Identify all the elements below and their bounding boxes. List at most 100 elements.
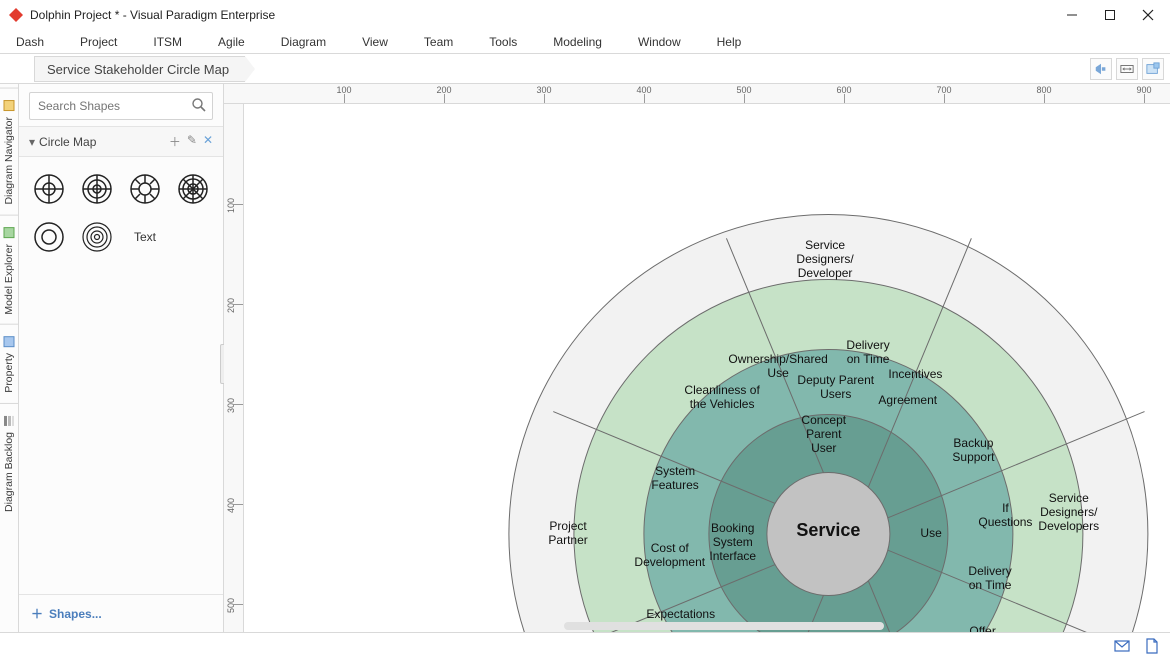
menu-view[interactable]: View <box>358 33 392 51</box>
vtab-label: Property <box>3 353 15 393</box>
close-icon[interactable]: ✕ <box>203 133 213 150</box>
ruler-vertical: 100200300400500 <box>224 104 244 632</box>
vtab-property[interactable]: Property <box>0 324 18 403</box>
ruler-tick: 900 <box>1044 84 1144 103</box>
vtab-diagram-navigator[interactable]: Diagram Navigator <box>0 88 18 215</box>
titlebar: Dolphin Project * - Visual Paradigm Ente… <box>0 0 1170 30</box>
window-title: Dolphin Project * - Visual Paradigm Ente… <box>30 8 1064 22</box>
ruler-tick: 100 <box>244 84 344 103</box>
vtab-label: Model Explorer <box>3 244 15 315</box>
ruler-tick: 100 <box>224 104 243 204</box>
breadcrumb-item[interactable]: Service Stakeholder Circle Map <box>34 56 245 82</box>
diagram-label[interactable]: Use <box>920 527 941 541</box>
app-logo-icon <box>8 7 24 23</box>
plus-icon: ＋ <box>31 605 43 622</box>
shape-multi-ring-slice[interactable] <box>175 171 211 207</box>
diagram-label[interactable]: Deputy Parent Users <box>797 374 874 402</box>
menu-window[interactable]: Window <box>634 33 685 51</box>
statusbar <box>0 632 1170 658</box>
diagram-label[interactable]: Expectations <box>646 608 715 622</box>
diagram-label[interactable]: Service Designers/ Developer <box>796 239 853 280</box>
ruler-tick: 500 <box>644 84 744 103</box>
diagram-label[interactable]: Backup Support <box>952 437 994 465</box>
ruler-tick: 300 <box>224 304 243 404</box>
search-icon[interactable] <box>191 97 207 118</box>
ruler-tick: 400 <box>544 84 644 103</box>
navigator-icon <box>2 99 16 113</box>
menu-team[interactable]: Team <box>420 33 457 51</box>
diagram-label[interactable]: Incentives <box>888 368 942 382</box>
explorer-icon <box>2 226 16 240</box>
ruler-horizontal: 10020030040050060070080090010001100 <box>224 84 1170 104</box>
vtab-label: Diagram Backlog <box>3 432 15 512</box>
ruler-tick: 1000 <box>1144 84 1170 103</box>
ruler-tick: 200 <box>344 84 444 103</box>
menubar: Dash Project ITSM Agile Diagram View Tea… <box>0 30 1170 54</box>
breadcrumb[interactable]: Service Stakeholder Circle Map <box>34 56 245 82</box>
diagram-label[interactable]: Offer Availibility <box>956 625 1008 632</box>
diagram-label[interactable]: If Questions <box>978 502 1032 530</box>
palette-title: Circle Map <box>39 135 96 149</box>
diagram-label[interactable]: System Features <box>651 465 698 493</box>
subheader: Service Stakeholder Circle Map <box>0 54 1170 84</box>
add-icon[interactable]: ＋ <box>169 133 181 150</box>
shape-donut-4slice[interactable] <box>79 171 115 207</box>
ruler-tick: 500 <box>224 504 243 604</box>
diagram-label[interactable]: Delivery on Time <box>846 339 889 367</box>
menu-agile[interactable]: Agile <box>214 33 249 51</box>
ruler-tick: 700 <box>844 84 944 103</box>
menu-project[interactable]: Project <box>76 33 121 51</box>
ruler-tick: 800 <box>944 84 1044 103</box>
announce-icon[interactable] <box>1090 58 1112 80</box>
menu-diagram[interactable]: Diagram <box>277 33 330 51</box>
maximize-button[interactable] <box>1102 7 1118 23</box>
diagram-label[interactable]: Agreement <box>878 394 937 408</box>
ruler-tick: 400 <box>224 404 243 504</box>
canvas-area: 10020030040050060070080090010001100 1002… <box>224 84 1170 632</box>
window-new-icon[interactable] <box>1142 58 1164 80</box>
vtab-model-explorer[interactable]: Model Explorer <box>0 215 18 325</box>
workspace: Diagram Navigator Model Explorer Propert… <box>0 84 1170 632</box>
backlog-icon <box>2 414 16 428</box>
close-button[interactable] <box>1140 7 1156 23</box>
shapes-grid: Text <box>19 157 223 269</box>
edit-icon[interactable]: ✎ <box>187 133 197 150</box>
diagram-label[interactable]: Concept Parent User <box>801 414 846 455</box>
mail-icon[interactable] <box>1114 638 1130 654</box>
shape-text[interactable]: Text <box>127 219 163 255</box>
document-icon[interactable] <box>1144 638 1160 654</box>
diagram-label[interactable]: Service Designers/ Developers <box>1038 492 1099 533</box>
diagram-label[interactable]: Cleanliness of the Vehicles <box>684 384 759 412</box>
horizontal-scrollbar[interactable] <box>564 622 884 630</box>
left-tab-strip: Diagram Navigator Model Explorer Propert… <box>0 84 19 632</box>
shapes-panel: ▾ Circle Map ＋ ✎ ✕ Text ＋ Shapes... <box>19 84 224 632</box>
search-shapes-input[interactable] <box>29 92 213 120</box>
menu-help[interactable]: Help <box>713 33 746 51</box>
diagram-label[interactable]: Booking System Interface <box>709 522 756 563</box>
shapes-more-button[interactable]: ＋ Shapes... <box>19 594 223 632</box>
chevron-down-icon: ▾ <box>29 135 35 149</box>
ruler-tick: 300 <box>444 84 544 103</box>
menu-dash[interactable]: Dash <box>12 33 48 51</box>
diagram-label[interactable]: Cost of Development <box>634 542 705 570</box>
menu-tools[interactable]: Tools <box>485 33 521 51</box>
vtab-label: Diagram Navigator <box>3 117 15 205</box>
menu-itsm[interactable]: ITSM <box>149 33 186 51</box>
shape-circle-4slice[interactable] <box>31 171 67 207</box>
fit-width-icon[interactable] <box>1116 58 1138 80</box>
menu-modeling[interactable]: Modeling <box>549 33 606 51</box>
minimize-button[interactable] <box>1064 7 1080 23</box>
palette-header[interactable]: ▾ Circle Map ＋ ✎ ✕ <box>19 126 223 157</box>
ruler-tick: 600 <box>744 84 844 103</box>
property-icon <box>2 335 16 349</box>
shape-donut[interactable] <box>31 219 67 255</box>
diagram-canvas[interactable]: Service Service Designers/ Developer Proj… <box>244 104 1170 632</box>
center-label: Service <box>766 520 890 541</box>
shape-target[interactable] <box>79 219 115 255</box>
ruler-tick: 200 <box>224 204 243 304</box>
shape-multi-slice[interactable] <box>127 171 163 207</box>
vtab-diagram-backlog[interactable]: Diagram Backlog <box>0 403 18 522</box>
circle-map-diagram[interactable]: Service Service Designers/ Developer Proj… <box>508 104 1170 632</box>
diagram-label[interactable]: Project Partner <box>548 520 587 548</box>
diagram-label[interactable]: Delivery on Time <box>968 565 1011 593</box>
